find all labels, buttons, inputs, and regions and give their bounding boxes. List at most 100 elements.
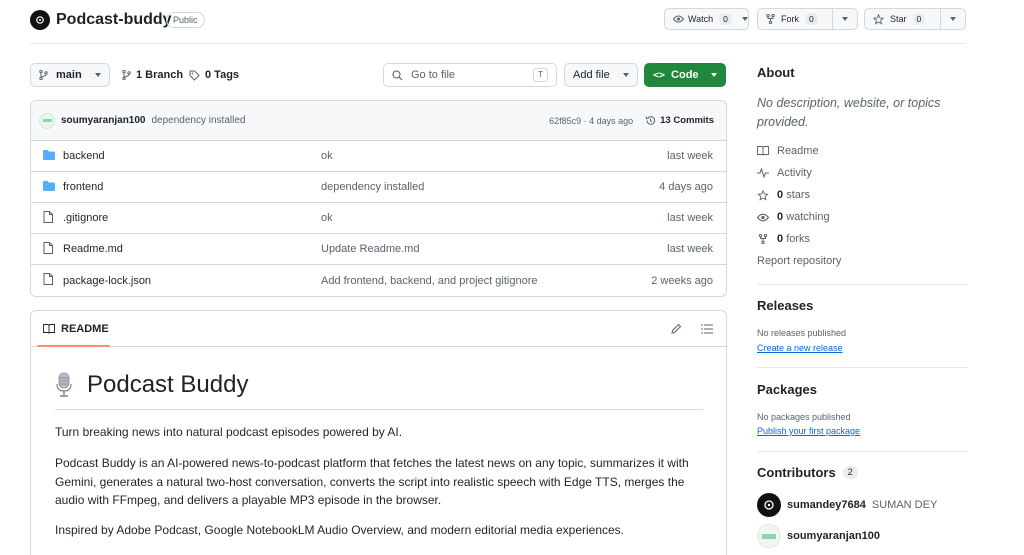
book-icon	[43, 323, 55, 334]
file-name[interactable]: package-lock.json	[63, 275, 151, 287]
avatar[interactable]	[757, 493, 781, 517]
file-commit-message[interactable]: Add frontend, backend, and project gitig…	[321, 275, 537, 287]
create-release-link[interactable]: Create a new release	[757, 343, 843, 353]
readme-tab-label: README	[61, 322, 109, 335]
file-commit-message[interactable]: ok	[321, 212, 333, 224]
active-tab-underline	[37, 345, 110, 347]
contributor-login[interactable]: sumandey7684	[787, 499, 866, 511]
commit-message[interactable]: dependency installed	[152, 115, 246, 126]
visibility-badge: Public	[166, 12, 205, 28]
repo-name[interactable]: Podcast-buddy	[56, 10, 172, 30]
watching-link[interactable]: 0 watching	[757, 206, 841, 228]
star-button[interactable]: Star 0	[864, 8, 966, 30]
edit-pencil-icon[interactable]	[671, 323, 682, 334]
file-icon	[43, 273, 53, 285]
sidebar-divider	[757, 451, 967, 452]
file-icon	[43, 242, 53, 254]
chevron-down-icon	[711, 73, 717, 77]
file-row[interactable]: frontend dependency installed 4 days ago	[31, 172, 726, 203]
code-label: Code	[671, 69, 699, 81]
stars-count: 0	[777, 189, 784, 201]
chevron-down-icon	[623, 73, 629, 77]
activity-link[interactable]: Activity	[757, 162, 841, 184]
tag-icon	[189, 70, 200, 81]
repo-owner-avatar[interactable]	[30, 10, 50, 30]
book-icon	[757, 146, 769, 156]
microphone-emoji-icon	[56, 372, 72, 397]
readme-header: README	[31, 311, 726, 347]
commit-author[interactable]: soumyaranjan100	[61, 115, 146, 126]
branch-select-button[interactable]: main	[30, 63, 110, 87]
watch-button[interactable]: Watch 0	[664, 8, 749, 30]
publish-package-link[interactable]: Publish your first package	[757, 426, 860, 436]
contributor-item[interactable]: sumandey7684 SUMAN DEY	[757, 493, 937, 517]
contributor-item[interactable]: soumyaranjan100	[757, 524, 880, 548]
tags-link[interactable]: 0 Tags	[180, 63, 248, 87]
file-name[interactable]: .gitignore	[63, 212, 108, 224]
header-divider	[30, 43, 966, 44]
readme-heading: Podcast Buddy	[55, 371, 248, 399]
file-commit-message[interactable]: dependency installed	[321, 181, 424, 193]
avatar[interactable]	[757, 524, 781, 548]
go-to-file-input[interactable]: Go to file T	[383, 63, 557, 87]
readme-tab[interactable]: README	[43, 323, 109, 335]
no-releases-text: No releases published	[757, 328, 847, 338]
eye-icon	[673, 15, 684, 23]
file-row[interactable]: Readme.md Update Readme.md last week	[31, 234, 726, 265]
packages-heading[interactable]: Packages	[757, 382, 817, 397]
heading-rule	[55, 409, 703, 410]
forks-label: forks	[786, 233, 811, 245]
commit-author-avatar[interactable]	[39, 112, 55, 129]
releases-heading[interactable]: Releases	[757, 298, 813, 313]
stars-link[interactable]: 0 stars	[757, 184, 841, 206]
branch-icon	[122, 70, 131, 80]
add-file-button[interactable]: Add file	[564, 63, 638, 87]
chevron-down-icon	[95, 73, 101, 77]
readme-paragraph: Turn breaking news into natural podcast …	[55, 425, 403, 439]
about-description: No description, website, or topics provi…	[757, 96, 941, 129]
sidebar-divider	[757, 367, 967, 368]
folder-icon	[43, 150, 55, 160]
fork-button[interactable]: Fork 0	[757, 8, 858, 30]
eye-icon	[757, 213, 769, 221]
file-date: last week	[667, 212, 713, 224]
latest-commit-bar: soumyaranjan100 dependency installed 62f…	[31, 101, 726, 141]
contributors-count: 2	[842, 466, 858, 479]
file-name[interactable]: frontend	[63, 181, 103, 193]
file-list: soumyaranjan100 dependency installed 62f…	[30, 100, 727, 297]
file-row[interactable]: backend ok last week	[31, 141, 726, 172]
contributors-heading[interactable]: Contributors 2	[757, 465, 858, 480]
file-name[interactable]: Readme.md	[63, 243, 123, 255]
code-button[interactable]: <> Code	[644, 63, 726, 87]
file-row[interactable]: .gitignore ok last week	[31, 203, 726, 234]
file-commit-message[interactable]: ok	[321, 150, 333, 162]
fork-count: 0	[805, 13, 818, 25]
branches-count: 1 Branch	[136, 69, 184, 81]
no-packages-text: No packages published	[757, 412, 851, 422]
add-file-label: Add file	[573, 69, 610, 81]
commits-link[interactable]: 13 Commits	[645, 115, 714, 126]
about-links: Readme Activity 0 stars 0 watching 0 for…	[757, 140, 841, 272]
watching-count: 0	[777, 211, 784, 223]
file-date: last week	[667, 150, 713, 162]
file-name[interactable]: backend	[63, 150, 105, 162]
file-row[interactable]: package-lock.json Add frontend, backend,…	[31, 265, 726, 296]
report-repository-link[interactable]: Report repository	[757, 250, 841, 272]
search-shortcut-key: T	[533, 68, 548, 82]
watch-count: 0	[719, 13, 732, 25]
fork-label: Fork	[781, 14, 799, 24]
chevron-down-icon	[842, 17, 848, 21]
readme-title: Podcast Buddy	[87, 371, 249, 398]
star-icon	[873, 13, 884, 25]
file-date: 2 weeks ago	[651, 274, 713, 287]
outline-list-icon[interactable]	[701, 324, 713, 334]
contributor-login[interactable]: soumyaranjan100	[787, 530, 880, 542]
star-label: Star	[890, 14, 907, 24]
forks-link[interactable]: 0 forks	[757, 228, 841, 250]
code-icon: <>	[653, 69, 666, 81]
file-commit-message[interactable]: Update Readme.md	[321, 243, 419, 255]
readme-link[interactable]: Readme	[757, 140, 841, 162]
readme-paragraph: Inspired by Adobe Podcast, Google Notebo…	[55, 523, 625, 537]
commit-hash-time[interactable]: 62f85c9 · 4 days ago	[549, 116, 633, 126]
avatar-logo-icon	[764, 500, 774, 510]
